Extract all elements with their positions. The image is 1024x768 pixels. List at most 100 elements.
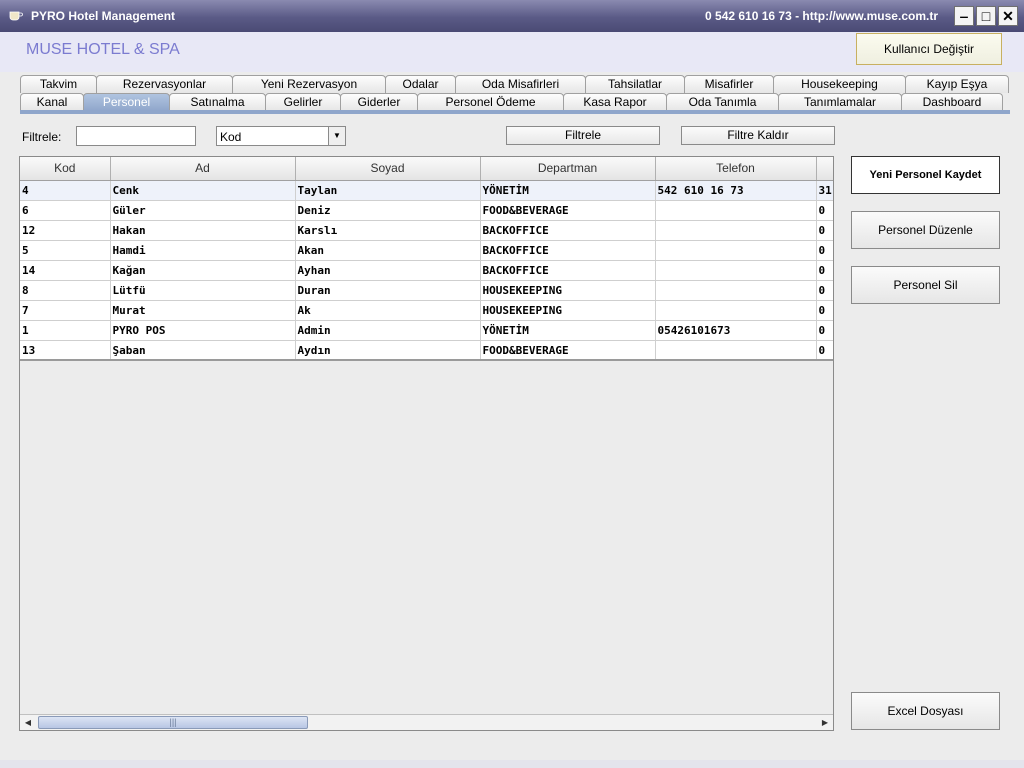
cell-soyad: Ak [295,300,481,321]
cell-soyad: Karslı [295,220,481,241]
tab-underline [20,110,1010,114]
cell-departman: YÖNETİM [480,180,656,201]
chevron-down-icon[interactable]: ▼ [328,127,345,145]
cell-ad: Murat [110,300,296,321]
clear-filter-button[interactable]: Filtre Kaldır [681,126,835,145]
tab-oda-tanimla[interactable]: Oda Tanımla [666,93,779,111]
tab-misafirler[interactable]: Misafirler [684,75,774,93]
table-row[interactable]: 7 Murat Ak HOUSEKEEPING 0 [20,300,833,321]
cell-ad: Güler [110,200,296,221]
table-row[interactable]: 12 Hakan Karslı BACKOFFICE 0 [20,220,833,241]
new-personnel-button[interactable]: Yeni Personel Kaydet [851,156,1000,194]
cell-kod: 1 [20,320,111,341]
tab-oda-misafirleri[interactable]: Oda Misafirleri [455,75,586,93]
tab-dashboard[interactable]: Dashboard [901,93,1003,111]
tab-tahsilatlar[interactable]: Tahsilatlar [585,75,685,93]
column-header-departman[interactable]: Departman [480,157,656,181]
column-header-soyad[interactable]: Soyad [295,157,481,181]
tab-giderler[interactable]: Giderler [340,93,418,111]
cell-soyad: Taylan [295,180,481,201]
cell-extra: 0 [816,220,833,241]
table-row[interactable]: 4 Cenk Taylan YÖNETİM 542 610 16 73 31 [20,180,833,201]
tab-odalar[interactable]: Odalar [385,75,456,93]
filter-input[interactable] [76,126,196,146]
cell-departman: FOOD&BEVERAGE [480,200,656,221]
table-row[interactable]: 5 Hamdi Akan BACKOFFICE 0 [20,240,833,261]
filter-field-select[interactable]: Kod ▼ [216,126,346,146]
tab-personel[interactable]: Personel [83,93,170,111]
cell-extra: 0 [816,340,833,361]
cell-telefon [655,200,817,221]
cell-departman: YÖNETİM [480,320,656,341]
cell-departman: BACKOFFICE [480,260,656,281]
column-header-telefon[interactable]: Telefon [655,157,817,181]
cell-kod: 5 [20,240,111,261]
close-button[interactable]: ✕ [998,6,1018,26]
tab-kasa-rapor[interactable]: Kasa Rapor [563,93,667,111]
contact-info: 0 542 610 16 73 - http://www.muse.com.tr [705,9,938,23]
switch-user-button[interactable]: Kullanıcı Değiştir [856,33,1002,65]
cell-telefon: 05426101673 [655,320,817,341]
cell-soyad: Aydın [295,340,481,361]
cell-extra: 0 [816,240,833,261]
cell-soyad: Duran [295,280,481,301]
cell-kod: 14 [20,260,111,281]
cell-extra: 0 [816,320,833,341]
cell-telefon [655,300,817,321]
cell-departman: BACKOFFICE [480,220,656,241]
table-end-divider [20,359,833,361]
cell-kod: 6 [20,200,111,221]
cell-soyad: Deniz [295,200,481,221]
tab-row-2: Kanal Personel Satınalma Gelirler Giderl… [20,93,1003,111]
cell-soyad: Admin [295,320,481,341]
arrow-right-icon[interactable]: ▶ [817,715,833,730]
cell-telefon: 542 610 16 73 [655,180,817,201]
filter-button[interactable]: Filtrele [506,126,660,145]
tab-rezervasyonlar[interactable]: Rezervasyonlar [96,75,233,93]
cell-departman: HOUSEKEEPING [480,300,656,321]
cell-soyad: Ayhan [295,260,481,281]
filter-field-value: Kod [220,130,242,144]
table-header: Kod Ad Soyad Departman Telefon [20,157,833,181]
tab-kayip-esya[interactable]: Kayıp Eşya [905,75,1009,93]
tab-yeni-rezervasyon[interactable]: Yeni Rezervasyon [232,75,386,93]
column-header-extra[interactable] [816,157,833,181]
horizontal-scrollbar[interactable]: ◀ ||| ▶ [20,714,833,730]
cell-extra: 0 [816,300,833,321]
column-header-ad[interactable]: Ad [110,157,296,181]
cell-ad: Şaban [110,340,296,361]
maximize-button[interactable]: □ [976,6,996,26]
table-row[interactable]: 8 Lütfü Duran HOUSEKEEPING 0 [20,280,833,301]
cell-soyad: Akan [295,240,481,261]
column-header-kod[interactable]: Kod [20,157,111,181]
cell-ad: Hamdi [110,240,296,261]
title-bar: PYRO Hotel Management 0 542 610 16 73 - … [0,0,1024,32]
tab-kanal[interactable]: Kanal [20,93,84,111]
cell-ad: Hakan [110,220,296,241]
cell-departman: BACKOFFICE [480,240,656,261]
table-row[interactable]: 13 Şaban Aydın FOOD&BEVERAGE 0 [20,340,833,361]
edit-personnel-button[interactable]: Personel Düzenle [851,211,1000,249]
arrow-left-icon[interactable]: ◀ [20,715,36,730]
excel-export-button[interactable]: Excel Dosyası [851,692,1000,730]
tab-satinalma[interactable]: Satınalma [169,93,266,111]
cell-ad: PYRO POS [110,320,296,341]
personnel-table[interactable]: Kod Ad Soyad Departman Telefon 4 Cenk Ta… [19,156,834,731]
cell-departman: FOOD&BEVERAGE [480,340,656,361]
cell-telefon [655,340,817,361]
tab-housekeeping[interactable]: Housekeeping [773,75,906,93]
cell-ad: Cenk [110,180,296,201]
table-row[interactable]: 14 Kağan Ayhan BACKOFFICE 0 [20,260,833,281]
tab-gelirler[interactable]: Gelirler [265,93,341,111]
delete-personnel-button[interactable]: Personel Sil [851,266,1000,304]
tab-tanimlamalar[interactable]: Tanımlamalar [778,93,902,111]
table-row[interactable]: 1 PYRO POS Admin YÖNETİM 05426101673 0 [20,320,833,341]
tab-takvim[interactable]: Takvim [20,75,97,93]
window-title: PYRO Hotel Management [31,9,176,23]
tab-personel-odeme[interactable]: Personel Ödeme [417,93,564,111]
cell-extra: 0 [816,280,833,301]
minimize-button[interactable]: ‒ [954,6,974,26]
table-row[interactable]: 6 Güler Deniz FOOD&BEVERAGE 0 [20,200,833,221]
scrollbar-thumb[interactable]: ||| [38,716,308,729]
filter-label: Filtrele: [22,130,62,144]
